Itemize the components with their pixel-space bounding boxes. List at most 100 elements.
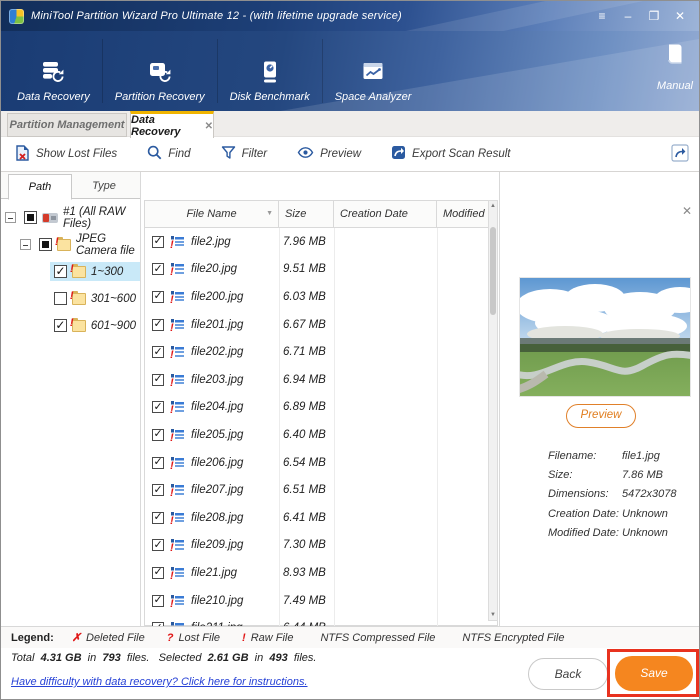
file-checkbox[interactable] [152,539,164,551]
tree-item[interactable]: #1 (All RAW Files) [1,204,140,231]
file-row[interactable]: file206.jpg 6.54 MB [145,449,489,477]
tree-node-icon [72,293,86,305]
raw-file-icon [171,346,185,358]
legend-label: NTFS Compressed File [320,632,435,644]
file-row[interactable]: file205.jpg 6.40 MB [145,421,489,449]
file-row[interactable]: file204.jpg 6.89 MB [145,394,489,422]
tree-item[interactable]: JPEG Camera file [1,231,140,258]
tree-checkbox[interactable] [39,238,52,251]
raw-file-icon [171,484,185,496]
export-scan-result-button[interactable]: Export Scan Result [391,145,510,163]
status-segment: Selected [159,652,205,664]
file-checkbox[interactable] [152,291,164,303]
file-checkbox[interactable] [152,512,164,524]
space-analyzer-icon [360,59,386,91]
tab-label: Partition Management [10,119,125,131]
file-row[interactable]: file209.jpg 7.30 MB [145,532,489,560]
tree-checkbox[interactable] [54,319,67,332]
scroll-thumb[interactable] [490,227,496,315]
tab-partition-management[interactable]: Partition Management [7,113,127,137]
tab-label: Data Recovery [131,114,200,138]
tree-item[interactable]: 1~300 [1,258,140,285]
file-row[interactable]: file211.jpg 6.44 MB [145,614,489,626]
file-row[interactable]: file21.jpg 8.93 MB [145,559,489,587]
show-lost-files-button[interactable]: Show Lost Files [15,145,117,164]
filter-funnel-icon [221,145,236,163]
preview-close-icon[interactable]: ✕ [682,204,692,218]
raw-file-icon [171,539,185,551]
export-corner-icon[interactable] [671,144,689,167]
tab-type[interactable]: Type [72,174,136,200]
tab-close-icon[interactable]: ✕ [205,121,213,132]
legend-label: NTFS Encrypted File [462,632,564,644]
column-label: File Name [186,208,236,220]
scroll-up-icon[interactable]: ▲ [489,203,497,209]
back-button[interactable]: Back [528,658,608,690]
file-checkbox[interactable] [152,484,164,496]
column-file-name[interactable]: File Name ▼ [145,201,279,227]
close-button[interactable]: ✕ [669,6,691,26]
file-checkbox[interactable] [152,595,164,607]
action-label: Preview [320,148,361,160]
file-row[interactable]: file20.jpg 9.51 MB [145,256,489,284]
find-button[interactable]: Find [147,145,190,163]
filter-button[interactable]: Filter [221,145,268,163]
tree-item[interactable]: 601~900 [1,312,140,339]
tree-checkbox[interactable] [24,211,37,224]
tree-checkbox[interactable] [54,292,67,305]
toolbar-space-analyzer[interactable]: Space Analyzer [323,39,424,103]
file-row[interactable]: file202.jpg 6.71 MB [145,338,489,366]
file-checkbox[interactable] [152,457,164,469]
legend-title: Legend: [11,632,54,644]
toolbar-disk-benchmark[interactable]: Disk Benchmark [218,39,323,103]
collapse-icon[interactable] [5,212,16,223]
column-creation-date[interactable]: Creation Date [334,201,437,227]
toolbar-label: Data Recovery [17,91,90,103]
column-size[interactable]: Size [279,201,334,227]
toolbar-manual[interactable]: Manual [657,41,693,92]
preview-image [520,278,690,396]
file-checkbox[interactable] [152,401,164,413]
tab-path[interactable]: Path [8,174,72,200]
file-checkbox[interactable] [152,374,164,386]
tree-indent [1,271,35,272]
file-checkbox[interactable] [152,346,164,358]
tab-row: Partition Management Data Recovery ✕ [1,111,699,137]
file-checkbox[interactable] [152,263,164,275]
save-button[interactable]: Save [615,656,693,691]
tree-item[interactable]: 301~600 [1,285,140,312]
file-checkbox[interactable] [152,236,164,248]
file-row[interactable]: file2.jpg 7.96 MB [145,228,489,256]
toolbar-data-recovery[interactable]: Data Recovery [5,39,103,103]
file-row[interactable]: file201.jpg 6.67 MB [145,311,489,339]
file-row[interactable]: file200.jpg 6.03 MB [145,283,489,311]
file-row[interactable]: file208.jpg 6.41 MB [145,504,489,532]
show-lost-files-icon [15,145,30,164]
help-link[interactable]: Have difficulty with data recovery? Clic… [11,676,308,688]
file-name: file210.jpg [191,595,243,607]
file-checkbox[interactable] [152,319,164,331]
preview-button[interactable]: Preview [566,404,636,428]
preview-button-toolbar[interactable]: Preview [297,146,361,162]
toolbar-partition-recovery[interactable]: Partition Recovery [103,39,218,103]
table-scrollbar[interactable]: ▲ ▼ [488,200,498,621]
restore-button[interactable]: ❐ [643,6,665,26]
minimize-button[interactable]: – [617,6,639,26]
file-size: 8.93 MB [283,567,326,579]
action-label: Export Scan Result [412,148,510,160]
menu-icon[interactable]: ≡ [591,6,613,26]
scroll-down-icon[interactable]: ▼ [489,612,497,618]
legend-items: ✗ Deleted File ? Lost File ! Raw File NT… [72,631,587,644]
collapse-icon[interactable] [20,239,31,250]
file-row[interactable]: file210.jpg 7.49 MB [145,587,489,615]
file-row[interactable]: file203.jpg 6.94 MB [145,366,489,394]
legend-item: NTFS Compressed File [315,631,435,644]
file-checkbox[interactable] [152,567,164,579]
file-checkbox[interactable] [152,429,164,441]
tab-data-recovery[interactable]: Data Recovery ✕ [130,111,214,138]
toolbar-label: Manual [657,80,693,92]
file-row[interactable]: file207.jpg 6.51 MB [145,476,489,504]
tree-checkbox[interactable] [54,265,67,278]
column-modified-date[interactable]: Modified Date [437,201,489,227]
file-size: 6.89 MB [283,401,326,413]
